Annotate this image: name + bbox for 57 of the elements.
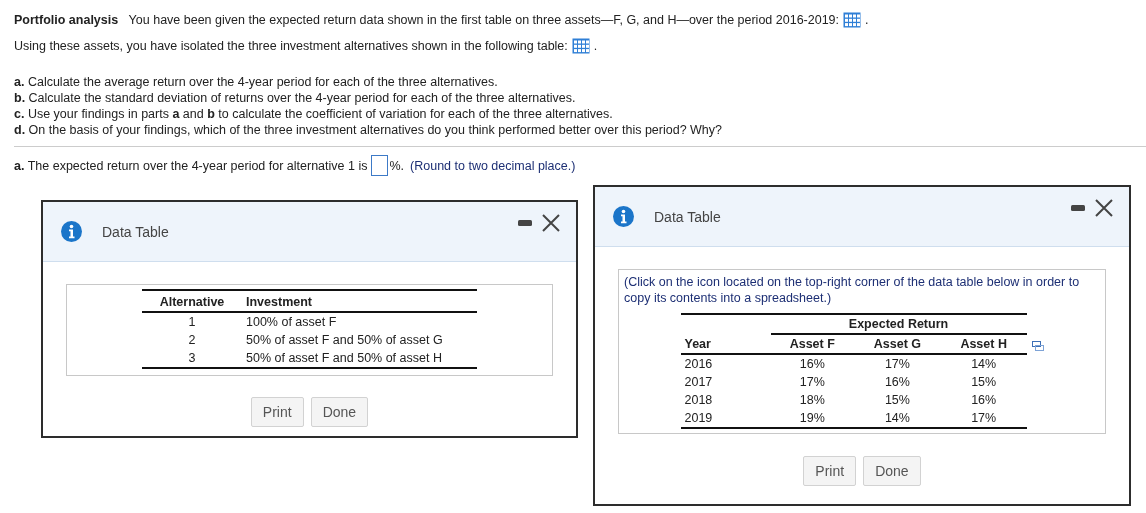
table-cell: 1 <box>142 312 242 331</box>
column-header: Asset H <box>960 337 1007 351</box>
table-cell: 18% <box>799 393 825 407</box>
close-icon[interactable] <box>542 214 560 232</box>
copy-icon[interactable] <box>1031 340 1044 351</box>
question-text: b. Calculate the standard deviation of returns over the 4-year period for each of the three alternatives. <box>14 90 577 106</box>
table-cell: 2019 <box>684 411 713 425</box>
info-icon <box>613 206 634 227</box>
column-header: Year <box>684 336 711 351</box>
column-header: Asset F <box>789 337 835 351</box>
note-text: (Click on the icon located on the top-right corner of the data table below in order to copy its contents into a spreadsheet.) <box>623 274 1081 306</box>
minimize-icon[interactable] <box>1071 205 1085 211</box>
table-cell: 50% of asset F and 50% of asset H <box>242 349 477 368</box>
table-cell: 2017 <box>684 375 713 389</box>
table-cell-text: 2 <box>187 332 197 349</box>
prompt-text: Portfolio analysis You have been given the expected return data shown in the first table on three assets—F, G, and H—over the period 2016-2019: <box>14 12 840 28</box>
group-header: Expected Return <box>848 317 949 331</box>
table-cell: 14% <box>884 411 910 425</box>
question-text: d. On the basis of your findings, which of the three investment alternatives do you think performed better over this period? Why? <box>14 122 723 138</box>
column-header: Alternative <box>142 290 242 312</box>
column-header: Investment <box>242 290 477 312</box>
hint-text: (Round to two decimal place.) <box>410 157 576 174</box>
question-text: a. The expected return over the 4-year period for alternative 1 is <box>14 157 368 174</box>
table-cell-text: 50% of asset F and 50% of asset G <box>245 332 444 349</box>
column-header: Asset G <box>873 337 921 351</box>
minimize-icon[interactable] <box>518 220 532 226</box>
dialog-button[interactable]: Print <box>803 456 857 486</box>
table-cell: 2018 <box>684 393 713 407</box>
table-cell: 16% <box>799 357 825 371</box>
table-cell: 14% <box>971 357 997 371</box>
table-cell: 15% <box>971 375 997 389</box>
table-cell: 100% of asset F <box>242 312 477 331</box>
answer-field[interactable] <box>371 155 389 176</box>
dialog-button[interactable]: Print <box>250 397 304 427</box>
dialog-button[interactable]: Done <box>863 456 921 486</box>
unit-text: %. <box>389 157 405 174</box>
period-text: . <box>593 38 598 54</box>
table-icon[interactable] <box>843 12 862 28</box>
table-cell: 16% <box>971 393 997 407</box>
dialog-button[interactable]: Done <box>310 397 369 427</box>
table-cell: 17% <box>799 375 825 389</box>
table-cell: 2016 <box>684 357 713 371</box>
table-icon[interactable] <box>571 38 590 54</box>
table-cell: 17% <box>884 357 910 371</box>
question-text: a. Calculate the average return over the 4-year period for each of the three alternatives. <box>14 74 499 90</box>
dialog-title: Data Table <box>102 223 169 240</box>
question-text: c. Use your findings in parts a and b to calculate the coefficient of variation for each of the three alternatives. <box>14 106 614 122</box>
dialog-title: Data Table <box>654 208 721 225</box>
table-cell: 3 <box>142 349 242 368</box>
table-cell: 19% <box>799 411 825 425</box>
table-cell: 17% <box>971 411 997 425</box>
table-cell: 15% <box>884 393 910 407</box>
info-icon <box>61 221 82 242</box>
table-cell: 16% <box>884 375 910 389</box>
period-text: . <box>865 12 869 28</box>
close-icon[interactable] <box>1095 199 1113 217</box>
prompt-text: Using these assets, you have isolated the three investment alternatives shown in the following table: <box>14 38 568 54</box>
